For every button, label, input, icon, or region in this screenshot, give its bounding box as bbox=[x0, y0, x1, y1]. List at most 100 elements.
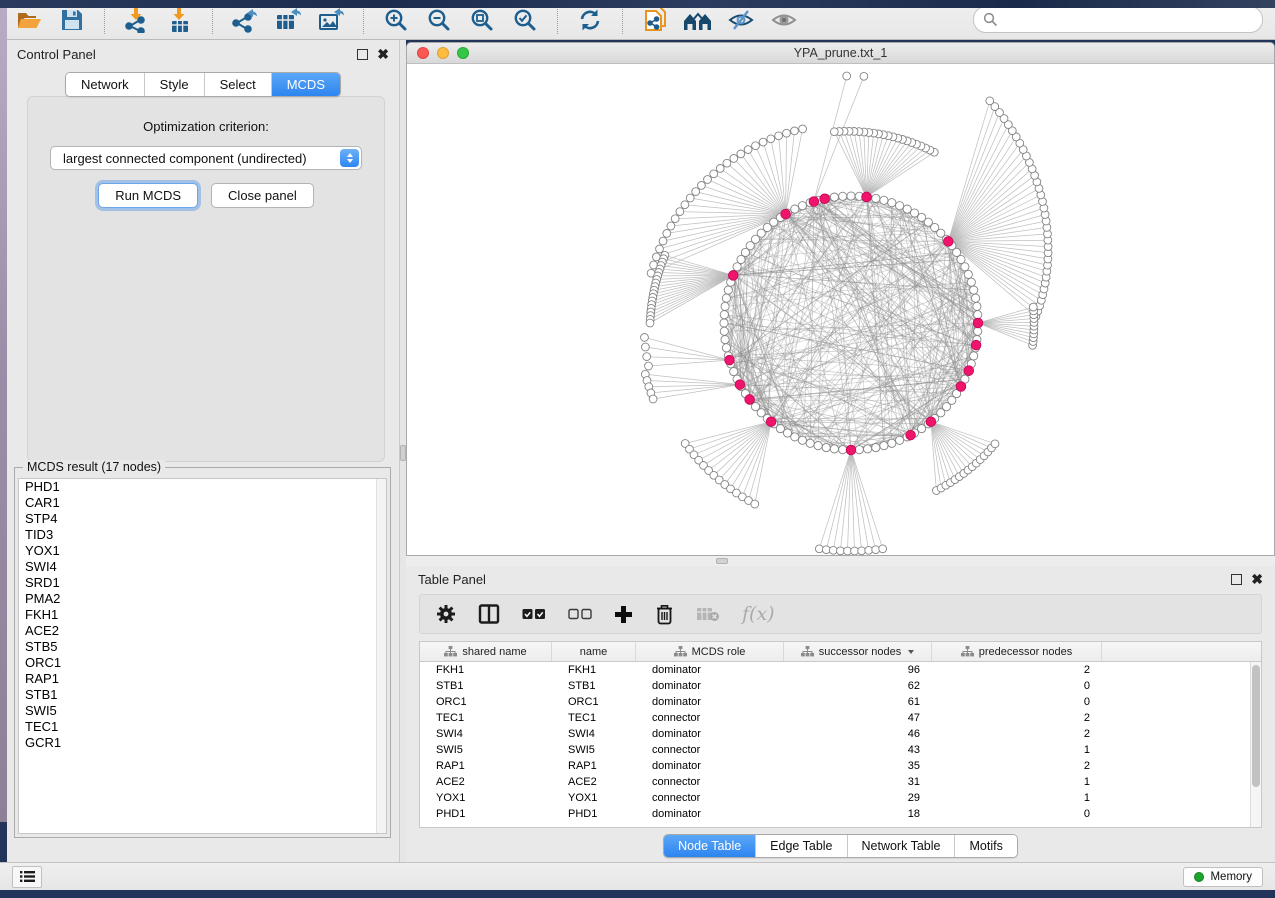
new-network-from-selection-button[interactable] bbox=[638, 4, 672, 36]
tab-network-table[interactable]: Network Table bbox=[847, 835, 955, 857]
open-folder-icon bbox=[16, 8, 43, 32]
table-row[interactable]: RAP1RAP1dominator352 bbox=[420, 758, 1250, 774]
import-table-button[interactable] bbox=[163, 4, 197, 36]
memory-status-icon bbox=[1194, 872, 1204, 882]
mcds-result-scrollbar[interactable] bbox=[376, 479, 386, 833]
mcds-result-item[interactable]: STB5 bbox=[19, 639, 386, 655]
select-all-rows-button[interactable] bbox=[522, 599, 546, 629]
mcds-result-item[interactable]: TID3 bbox=[19, 527, 386, 543]
mcds-result-item[interactable]: STP4 bbox=[19, 511, 386, 527]
mcds-result-item[interactable]: PHD1 bbox=[19, 479, 386, 495]
table-row[interactable]: TEC1TEC1connector472 bbox=[420, 710, 1250, 726]
toggle-panel-button[interactable] bbox=[12, 866, 42, 888]
close-panel-icon[interactable]: ✖ bbox=[1251, 574, 1263, 585]
mcds-result-list[interactable]: PHD1CAR1STP4TID3YOX1SWI4SRD1PMA2FKH1ACE2… bbox=[18, 478, 387, 834]
table-tabs: Node Table Edge Table Network Table Moti… bbox=[406, 834, 1275, 858]
table-row[interactable]: FKH1FKH1dominator962 bbox=[420, 662, 1250, 678]
mcds-result-item[interactable]: SWI4 bbox=[19, 559, 386, 575]
import-network-button[interactable] bbox=[120, 4, 154, 36]
add-row-button[interactable] bbox=[614, 599, 633, 629]
close-panel-button[interactable]: Close panel bbox=[211, 183, 314, 208]
tab-select[interactable]: Select bbox=[204, 73, 271, 96]
mcds-result-item[interactable]: YOX1 bbox=[19, 543, 386, 559]
tab-motifs[interactable]: Motifs bbox=[954, 835, 1016, 857]
run-mcds-button[interactable]: Run MCDS bbox=[98, 183, 198, 208]
column-header-mcds-role[interactable]: MCDS role bbox=[636, 642, 784, 661]
tab-node-table[interactable]: Node Table bbox=[664, 835, 755, 857]
horizontal-splitter[interactable] bbox=[406, 556, 1275, 566]
close-panel-icon[interactable]: ✖ bbox=[377, 49, 389, 60]
splitter-grip[interactable] bbox=[716, 558, 728, 564]
show-column-button[interactable] bbox=[478, 599, 500, 629]
mcds-result-item[interactable]: TEC1 bbox=[19, 719, 386, 735]
save-session-button[interactable] bbox=[55, 4, 89, 36]
show-all-button[interactable] bbox=[767, 4, 801, 36]
export-network-button[interactable] bbox=[228, 4, 262, 36]
delete-table-button[interactable] bbox=[696, 599, 720, 629]
export-table-button[interactable] bbox=[271, 4, 305, 36]
control-panel: Control Panel ✖ Network Style Select MCD… bbox=[7, 40, 400, 862]
node-table-body[interactable]: FKH1FKH1dominator962STB1STB1dominator620… bbox=[420, 662, 1250, 827]
search-input[interactable] bbox=[1004, 12, 1253, 27]
float-panel-icon[interactable] bbox=[357, 49, 368, 60]
node-table-header: shared name name MCDS role successor nod… bbox=[420, 642, 1261, 662]
tab-style[interactable]: Style bbox=[144, 73, 204, 96]
mcds-result-item[interactable]: PMA2 bbox=[19, 591, 386, 607]
tab-edge-table[interactable]: Edge Table bbox=[755, 835, 846, 857]
float-panel-icon[interactable] bbox=[1231, 574, 1242, 585]
table-cell: 0 bbox=[932, 808, 1102, 820]
open-file-button[interactable] bbox=[12, 4, 46, 36]
mcds-result-item[interactable]: SRD1 bbox=[19, 575, 386, 591]
mcds-result-item[interactable]: CAR1 bbox=[19, 495, 386, 511]
export-image-button[interactable] bbox=[314, 4, 348, 36]
table-options-button[interactable] bbox=[436, 599, 456, 629]
column-header-predecessor-nodes[interactable]: predecessor nodes bbox=[932, 642, 1102, 661]
table-cell: 47 bbox=[784, 712, 932, 724]
table-cell: 31 bbox=[784, 776, 932, 788]
memory-button[interactable]: Memory bbox=[1183, 867, 1263, 887]
table-row[interactable]: PHD1PHD1dominator180 bbox=[420, 806, 1250, 822]
network-graph[interactable] bbox=[407, 64, 1274, 555]
column-header-successor-nodes[interactable]: successor nodes bbox=[784, 642, 932, 661]
table-cell: PHD1 bbox=[552, 808, 636, 820]
table-scrollbar[interactable] bbox=[1250, 662, 1261, 827]
mcds-result-item[interactable]: SWI5 bbox=[19, 703, 386, 719]
mcds-result-item[interactable]: ORC1 bbox=[19, 655, 386, 671]
network-canvas[interactable] bbox=[407, 64, 1274, 555]
network-window-titlebar[interactable]: YPA_prune.txt_1 bbox=[407, 43, 1274, 64]
zoom-fit-button[interactable] bbox=[465, 4, 499, 36]
gear-icon bbox=[436, 604, 456, 624]
delete-row-button[interactable] bbox=[655, 599, 674, 629]
mcds-result-item[interactable]: STB1 bbox=[19, 687, 386, 703]
scrollbar-thumb[interactable] bbox=[1252, 665, 1260, 787]
tab-mcds[interactable]: MCDS bbox=[271, 73, 340, 96]
table-cell: connector bbox=[636, 712, 784, 724]
zoom-selected-button[interactable] bbox=[508, 4, 542, 36]
column-header-name[interactable]: name bbox=[552, 642, 636, 661]
table-row[interactable]: YOX1YOX1connector291 bbox=[420, 790, 1250, 806]
table-row[interactable]: ACE2ACE2connector311 bbox=[420, 774, 1250, 790]
table-cell: RAP1 bbox=[552, 760, 636, 772]
hide-selected-button[interactable] bbox=[724, 4, 758, 36]
first-neighbors-button[interactable] bbox=[681, 4, 715, 36]
table-row[interactable]: SWI4SWI4dominator462 bbox=[420, 726, 1250, 742]
node-table: shared name name MCDS role successor nod… bbox=[419, 641, 1262, 828]
mcds-result-item[interactable]: FKH1 bbox=[19, 607, 386, 623]
table-cell: dominator bbox=[636, 664, 784, 676]
table-row[interactable]: STB1STB1dominator620 bbox=[420, 678, 1250, 694]
zoom-out-button[interactable] bbox=[422, 4, 456, 36]
refresh-button[interactable] bbox=[573, 4, 607, 36]
deselect-all-rows-button[interactable] bbox=[568, 599, 592, 629]
table-row[interactable]: ORC1ORC1dominator610 bbox=[420, 694, 1250, 710]
zoom-in-button[interactable] bbox=[379, 4, 413, 36]
table-cell: connector bbox=[636, 744, 784, 756]
unchecked-boxes-icon bbox=[568, 608, 592, 620]
mcds-result-item[interactable]: ACE2 bbox=[19, 623, 386, 639]
mcds-result-item[interactable]: RAP1 bbox=[19, 671, 386, 687]
optimization-criterion-select[interactable]: largest connected component (undirected) bbox=[50, 146, 362, 170]
column-header-shared-name[interactable]: shared name bbox=[420, 642, 552, 661]
tab-network[interactable]: Network bbox=[66, 73, 144, 96]
search-box[interactable] bbox=[973, 6, 1263, 33]
mcds-result-item[interactable]: GCR1 bbox=[19, 735, 386, 751]
table-row[interactable]: SWI5SWI5connector431 bbox=[420, 742, 1250, 758]
